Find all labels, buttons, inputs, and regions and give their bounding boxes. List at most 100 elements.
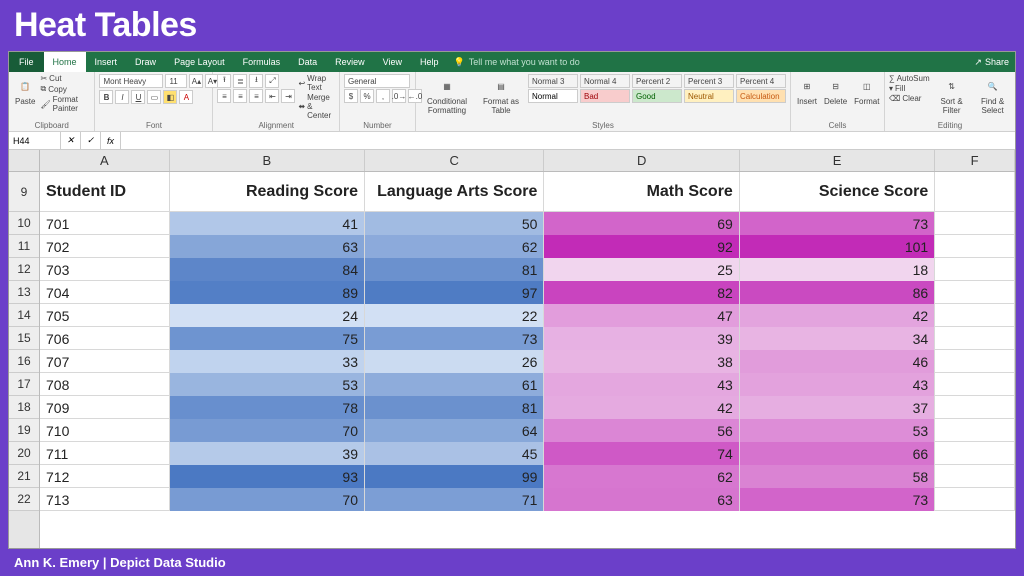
align-bottom-button[interactable]: ⭳ [249, 74, 263, 88]
conditional-formatting-button[interactable]: ▦ Conditional Formatting [420, 74, 474, 117]
wrap-text-button[interactable]: ↩Wrap Text [298, 74, 335, 92]
cell-style-option[interactable]: Normal 4 [580, 74, 630, 88]
cell[interactable]: 62 [365, 235, 544, 258]
cell[interactable]: 711 [40, 442, 170, 465]
accept-formula-button[interactable]: ✓ [81, 132, 101, 149]
row-header-12[interactable]: 12 [9, 258, 39, 281]
cell[interactable]: 701 [40, 212, 170, 235]
cell[interactable]: 64 [365, 419, 544, 442]
font-size-select[interactable]: 11 [165, 74, 187, 88]
row-header-13[interactable]: 13 [9, 281, 39, 304]
find-select-button[interactable]: 🔍Find & Select [974, 74, 1012, 117]
cell-style-option[interactable]: Calculation [736, 89, 786, 103]
ribbon-tab-help[interactable]: Help [411, 52, 448, 72]
row-header-22[interactable]: 22 [9, 488, 39, 511]
cancel-formula-button[interactable]: ✕ [61, 132, 81, 149]
column-header-B[interactable]: B [170, 150, 365, 171]
cell[interactable] [935, 465, 1015, 488]
bold-button[interactable]: B [99, 90, 113, 104]
cell[interactable] [935, 327, 1015, 350]
row-header-20[interactable]: 20 [9, 442, 39, 465]
cell[interactable]: 81 [365, 258, 544, 281]
row-header-16[interactable]: 16 [9, 350, 39, 373]
cell[interactable]: 92 [544, 235, 739, 258]
cell[interactable]: 38 [544, 350, 739, 373]
number-format-select[interactable]: General [344, 74, 410, 88]
cell[interactable]: Language Arts Score [365, 172, 544, 212]
autosum-button[interactable]: ∑AutoSum [889, 74, 930, 83]
merge-center-button[interactable]: ⬌Merge & Center [298, 93, 335, 120]
cell[interactable]: 702 [40, 235, 170, 258]
cell[interactable]: 707 [40, 350, 170, 373]
cell[interactable]: 93 [170, 465, 365, 488]
inc-decimal-button[interactable]: .0→ [392, 89, 406, 103]
format-painter-button[interactable]: 🖌Format Painter [40, 95, 90, 113]
ribbon-tab-data[interactable]: Data [289, 52, 326, 72]
cell[interactable]: 710 [40, 419, 170, 442]
sort-filter-button[interactable]: ⇅Sort & Filter [933, 74, 971, 117]
delete-cells-button[interactable]: ⊟Delete [822, 74, 849, 108]
cell[interactable]: 713 [40, 488, 170, 511]
copy-button[interactable]: ⧉Copy [40, 84, 90, 94]
cell[interactable]: 709 [40, 396, 170, 419]
cell[interactable] [935, 304, 1015, 327]
cell[interactable]: 74 [544, 442, 739, 465]
cell-style-option[interactable]: Percent 2 [632, 74, 682, 88]
tell-me-search[interactable]: 💡 Tell me what you want to do [454, 52, 580, 72]
align-left-button[interactable]: ≡ [217, 89, 231, 103]
fill-button[interactable]: ▾Fill [889, 84, 930, 93]
format-as-table-button[interactable]: ▤ Format as Table [477, 74, 525, 117]
cell[interactable]: 69 [544, 212, 739, 235]
row-header-14[interactable]: 14 [9, 304, 39, 327]
cell-style-option[interactable]: Percent 3 [684, 74, 734, 88]
cell[interactable]: 45 [365, 442, 544, 465]
cell[interactable]: 24 [170, 304, 365, 327]
grow-font-button[interactable]: A▴ [189, 74, 203, 88]
cell-style-option[interactable]: Good [632, 89, 682, 103]
cell[interactable]: 22 [365, 304, 544, 327]
row-header-10[interactable]: 10 [9, 212, 39, 235]
fx-button[interactable]: fx [101, 132, 121, 149]
cell[interactable]: 73 [365, 327, 544, 350]
cell[interactable]: 78 [170, 396, 365, 419]
column-header-F[interactable]: F [935, 150, 1015, 171]
cell[interactable]: 26 [365, 350, 544, 373]
cell[interactable]: 81 [365, 396, 544, 419]
cell[interactable]: 75 [170, 327, 365, 350]
align-center-button[interactable]: ≡ [233, 89, 247, 103]
cell[interactable] [935, 281, 1015, 304]
comma-button[interactable]: , [376, 89, 390, 103]
formula-input[interactable] [121, 132, 1015, 149]
font-color-button[interactable]: A [179, 90, 193, 104]
cell[interactable]: 18 [740, 258, 935, 281]
cell[interactable]: 97 [365, 281, 544, 304]
cell[interactable] [935, 235, 1015, 258]
cell-style-option[interactable]: Normal [528, 89, 578, 103]
ribbon-tab-formulas[interactable]: Formulas [234, 52, 290, 72]
clear-button[interactable]: ⌫Clear [889, 94, 930, 103]
cell[interactable]: 43 [544, 373, 739, 396]
align-middle-button[interactable]: ≣ [233, 74, 247, 88]
orientation-button[interactable]: ⤢ [265, 74, 279, 88]
cell[interactable]: 53 [170, 373, 365, 396]
font-name-select[interactable]: Mont Heavy [99, 74, 163, 88]
cell[interactable]: 61 [365, 373, 544, 396]
row-header-19[interactable]: 19 [9, 419, 39, 442]
column-header-D[interactable]: D [544, 150, 739, 171]
fill-color-button[interactable]: ◧ [163, 90, 177, 104]
cell[interactable]: 66 [740, 442, 935, 465]
row-header-17[interactable]: 17 [9, 373, 39, 396]
cell[interactable]: 101 [740, 235, 935, 258]
share-button[interactable]: ↗ Share [974, 52, 1009, 72]
cell[interactable]: 25 [544, 258, 739, 281]
column-header-A[interactable]: A [40, 150, 170, 171]
accounting-button[interactable]: $ [344, 89, 358, 103]
ribbon-tab-insert[interactable]: Insert [86, 52, 127, 72]
cell[interactable]: 63 [544, 488, 739, 511]
row-header-18[interactable]: 18 [9, 396, 39, 419]
cell[interactable]: 99 [365, 465, 544, 488]
row-header-11[interactable]: 11 [9, 235, 39, 258]
cell[interactable]: 42 [544, 396, 739, 419]
column-header-E[interactable]: E [740, 150, 935, 171]
cell[interactable]: 50 [365, 212, 544, 235]
